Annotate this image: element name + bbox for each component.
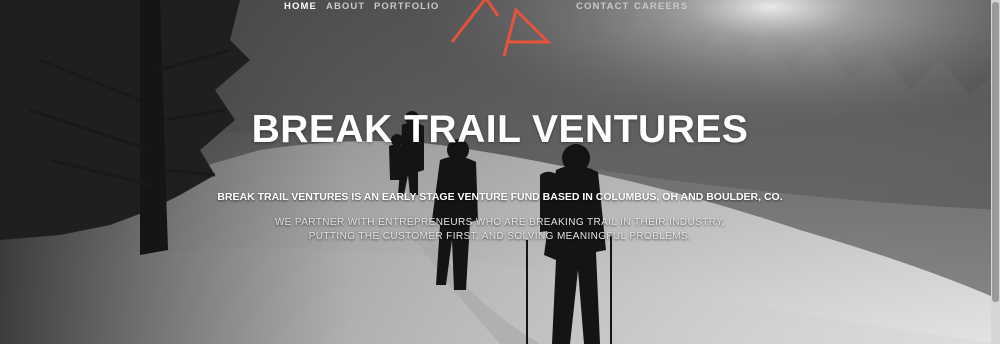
break-trail-triangle-logo-icon[interactable] [446, 0, 554, 58]
hero-section: HOME ABOUT PORTFOLIO CONTACT CAREERS BRE… [0, 0, 1000, 344]
nav-link-about[interactable]: ABOUT [326, 1, 365, 12]
nav-link-portfolio[interactable]: PORTFOLIO [374, 1, 439, 12]
scrollbar-thumb[interactable] [992, 2, 999, 302]
hero-title: BREAK TRAIL VENTURES [251, 108, 749, 151]
nav-link-careers[interactable]: CAREERS [634, 1, 688, 12]
hero-tagline: BREAK TRAIL VENTURES IS AN EARLY STAGE V… [217, 191, 783, 203]
hero-mission-statement: WE PARTNER WITH ENTREPRENEURS WHO ARE BR… [274, 217, 726, 242]
nav-link-contact[interactable]: CONTACT [576, 1, 629, 12]
page-scrollbar[interactable] [991, 0, 1000, 344]
nav-link-home[interactable]: HOME [284, 1, 317, 12]
